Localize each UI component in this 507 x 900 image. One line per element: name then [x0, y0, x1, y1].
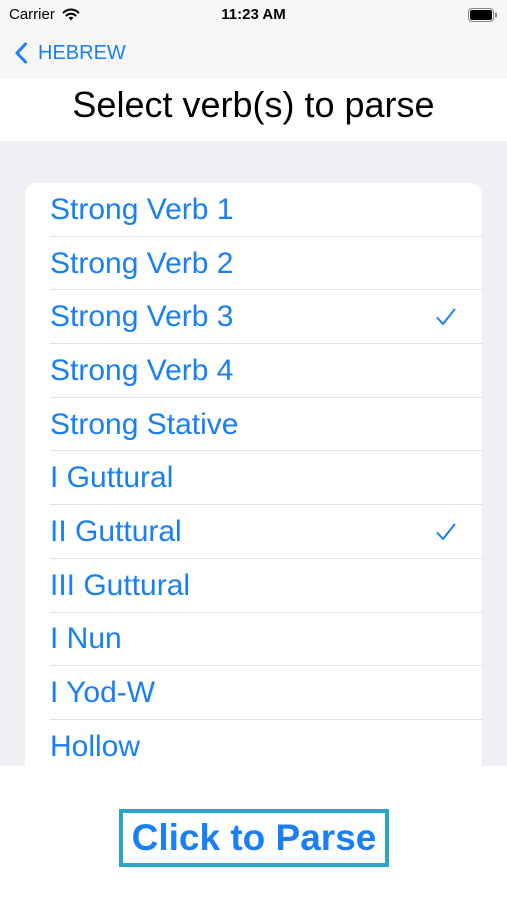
chevron-left-icon — [15, 42, 27, 64]
verb-row[interactable]: I Yod-W — [25, 666, 482, 720]
verb-row[interactable]: Strong Verb 2 — [25, 237, 482, 291]
verb-row[interactable]: Strong Verb 4 — [25, 344, 482, 398]
back-button[interactable]: HEBREW — [14, 39, 126, 67]
verb-row[interactable]: III Guttural — [25, 559, 482, 613]
verb-list[interactable]: Strong Verb 1 Strong Verb 2 Strong Verb 3 S… — [25, 183, 482, 766]
status-time: 11:23 AM — [221, 6, 286, 23]
back-label: HEBREW — [38, 41, 126, 64]
verb-label: Strong Verb 1 — [50, 192, 234, 226]
verb-row[interactable]: I Nun — [25, 613, 482, 667]
verb-label: Strong Verb 3 — [50, 300, 234, 334]
page-title: Select verb(s) to parse — [0, 79, 507, 141]
verb-row[interactable]: Strong Verb 1 — [25, 183, 482, 237]
battery-icon — [468, 8, 497, 22]
verb-row[interactable]: Strong Stative — [25, 398, 482, 452]
verb-label: I Guttural — [50, 461, 174, 495]
verb-label: I Nun — [50, 622, 122, 656]
verb-row[interactable]: Hollow — [25, 720, 482, 766]
verb-list-container: Strong Verb 1 Strong Verb 2 Strong Verb 3 S… — [0, 141, 507, 766]
verb-row[interactable]: II Guttural — [25, 505, 482, 559]
checkmark-icon — [436, 308, 456, 326]
parse-button[interactable]: Click to Parse — [119, 809, 389, 867]
bottom-panel: Click to Parse — [0, 766, 507, 900]
verb-label: Strong Verb 2 — [50, 246, 234, 280]
verb-label: I Yod-W — [50, 676, 156, 710]
verb-label: III Guttural — [50, 568, 191, 602]
verb-label: Strong Stative — [50, 407, 239, 441]
verb-label: II Guttural — [50, 514, 182, 548]
status-bar: Carrier 11:23 AM — [0, 0, 507, 30]
navigation-bar: HEBREW — [0, 30, 507, 79]
verb-label: Strong Verb 4 — [50, 353, 234, 387]
checkmark-icon — [436, 523, 456, 540]
verb-label: Hollow — [50, 729, 141, 763]
verb-row[interactable]: I Guttural — [25, 451, 482, 505]
verb-row[interactable]: Strong Verb 3 — [25, 290, 482, 344]
